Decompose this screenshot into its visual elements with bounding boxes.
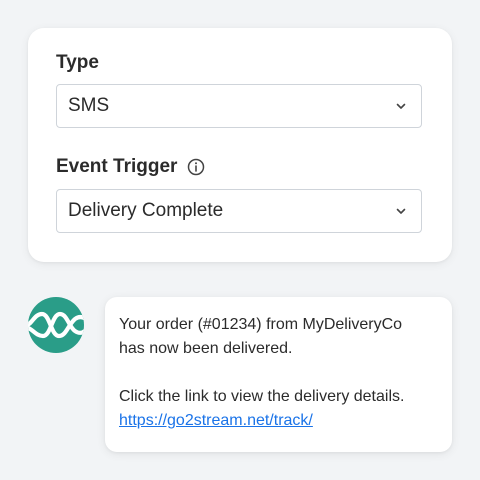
wave-logo-icon (28, 297, 84, 353)
message-line: has now been delivered. (119, 340, 293, 357)
type-select-value: SMS (68, 95, 110, 116)
type-select[interactable]: SMS (56, 84, 422, 128)
event-trigger-select[interactable]: Delivery Complete (56, 189, 422, 233)
message-line: Click the link to view the delivery deta… (119, 388, 405, 405)
message-line: Your order (#01234) from MyDeliveryCo (119, 316, 403, 333)
type-label: Type (56, 52, 99, 74)
info-icon[interactable] (187, 158, 205, 176)
chevron-down-icon (396, 208, 406, 214)
type-label-text: Type (56, 52, 99, 73)
tracking-link[interactable]: https://go2stream.net/track/ (119, 412, 313, 429)
settings-card: Type SMS Event Trigger Delivery Complete (28, 28, 452, 262)
event-trigger-label-text: Event Trigger (56, 156, 178, 177)
event-trigger-label: Event Trigger (56, 156, 205, 178)
event-trigger-select-value: Delivery Complete (68, 200, 224, 221)
chevron-down-icon (396, 103, 406, 109)
sms-message-bubble: Your order (#01234) from MyDeliveryCo ha… (105, 297, 452, 452)
